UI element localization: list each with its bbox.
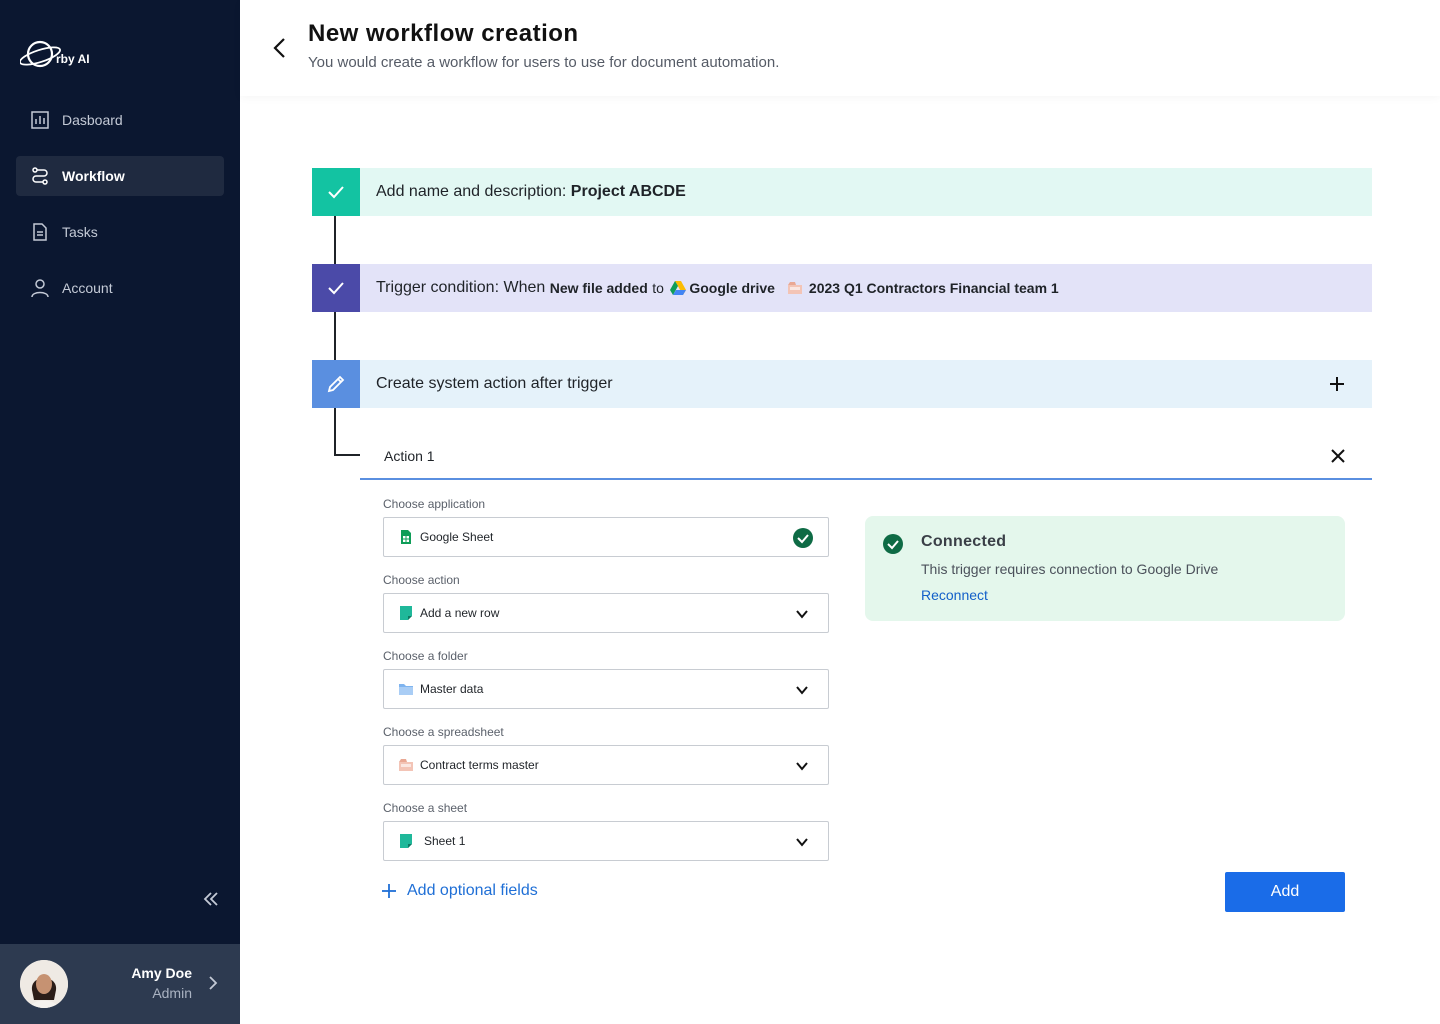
folder-value: Master data — [420, 682, 484, 696]
sidebar: rby AI Dasboard Workflow Tasks Account A… — [0, 0, 240, 1024]
spreadsheet-icon — [398, 757, 414, 773]
chevron-down-icon — [794, 606, 810, 622]
chevron-down-icon — [794, 834, 810, 850]
connection-text: This trigger requires connection to Goog… — [921, 561, 1219, 577]
field-label-folder: Choose a folder — [383, 649, 468, 663]
page-title: New workflow creation — [308, 20, 579, 47]
folder-select[interactable]: Master data — [383, 669, 829, 709]
trigger-to: to — [652, 280, 664, 296]
chevron-down-icon — [794, 682, 810, 698]
google-sheet-icon — [398, 529, 414, 545]
timeline-connector — [334, 312, 336, 360]
user-icon — [30, 278, 50, 298]
trigger-event: New file added — [549, 280, 648, 296]
sidebar-item-label: Workflow — [62, 168, 125, 184]
check-circle-icon — [792, 527, 814, 549]
plus-icon — [1330, 377, 1344, 391]
sidebar-item-dashboard[interactable]: Dasboard — [16, 100, 224, 140]
field-label-application: Choose application — [383, 497, 486, 511]
connection-status-panel: Connected This trigger requires connecti… — [865, 516, 1345, 621]
action-title: Action 1 — [384, 448, 435, 464]
row-icon — [398, 605, 414, 621]
sidebar-item-workflow[interactable]: Workflow — [16, 156, 224, 196]
trigger-service: Google drive — [689, 280, 775, 296]
connection-title: Connected — [921, 533, 1007, 550]
user-name: Amy Doe — [131, 965, 192, 981]
sidebar-item-account[interactable]: Account — [16, 268, 224, 308]
brand-name: rby AI — [56, 52, 90, 66]
step-prefix: Add name and description: — [376, 183, 567, 200]
step-trigger-condition[interactable]: Trigger condition: When New file added t… — [312, 264, 1372, 312]
page-subtitle: You would create a workflow for users to… — [308, 54, 780, 71]
trigger-folder: 2023 Q1 Contractors Financial team 1 — [808, 280, 1059, 296]
sidebar-item-tasks[interactable]: Tasks — [16, 212, 224, 252]
sidebar-item-label: Tasks — [62, 224, 98, 240]
step-label: Add name and description: Project ABCDE — [360, 183, 686, 201]
step-system-action[interactable]: Create system action after trigger — [312, 360, 1372, 408]
check-icon — [312, 264, 360, 312]
avatar — [20, 960, 68, 1008]
project-name: Project ABCDE — [570, 183, 686, 200]
plus-icon — [382, 884, 396, 898]
google-drive-icon — [670, 281, 687, 295]
workflow-icon — [30, 166, 50, 186]
user-role: Admin — [152, 985, 192, 1001]
sheet-value: Sheet 1 — [424, 834, 466, 848]
field-label-sheet: Choose a sheet — [383, 801, 468, 815]
timeline-connector — [334, 216, 336, 264]
back-arrow-icon[interactable] — [268, 36, 292, 60]
chevron-down-icon — [794, 758, 810, 774]
collapse-sidebar-icon[interactable] — [200, 888, 222, 910]
folder-icon — [787, 281, 803, 295]
check-circle-icon — [882, 533, 904, 555]
pencil-icon — [312, 360, 360, 408]
timeline-connector — [334, 408, 336, 456]
action-select[interactable]: Add a new row — [383, 593, 829, 633]
action-header: Action 1 — [360, 432, 1372, 480]
step-name-description[interactable]: Add name and description: Project ABCDE — [312, 168, 1372, 216]
brand-logo[interactable]: rby AI — [20, 36, 90, 72]
spreadsheet-value: Contract terms master — [420, 758, 539, 772]
sidebar-nav: Dasboard Workflow Tasks Account — [16, 100, 224, 324]
spreadsheet-select[interactable]: Contract terms master — [383, 745, 829, 785]
timeline-connector — [334, 454, 360, 456]
step-label: Create system action after trigger — [376, 375, 613, 392]
field-label-spreadsheet: Choose a spreadsheet — [383, 725, 504, 739]
chart-icon — [30, 110, 50, 130]
check-icon — [312, 168, 360, 216]
document-icon — [30, 222, 50, 242]
sidebar-item-label: Account — [62, 280, 113, 296]
trigger-prefix: Trigger condition: When — [376, 279, 546, 296]
action-value: Add a new row — [420, 606, 500, 620]
application-select[interactable]: Google Sheet — [383, 517, 829, 557]
chevron-right-icon[interactable] — [204, 974, 222, 992]
sheet-icon — [398, 833, 414, 849]
close-icon[interactable] — [1328, 446, 1348, 466]
sidebar-item-label: Dasboard — [62, 112, 123, 128]
page-header: New workflow creation You would create a… — [240, 0, 1440, 96]
optional-label: Add optional fields — [407, 882, 538, 899]
add-optional-fields-button[interactable]: Add optional fields — [381, 882, 538, 900]
application-value: Google Sheet — [420, 530, 494, 544]
add-button[interactable]: Add — [1225, 872, 1345, 912]
reconnect-link[interactable]: Reconnect — [921, 587, 988, 603]
step-label: Trigger condition: When New file added t… — [360, 279, 1059, 297]
sheet-select[interactable]: Sheet 1 — [383, 821, 829, 861]
field-label-action: Choose action — [383, 573, 460, 587]
add-action-button[interactable] — [1326, 373, 1348, 395]
folder-icon — [398, 681, 414, 697]
